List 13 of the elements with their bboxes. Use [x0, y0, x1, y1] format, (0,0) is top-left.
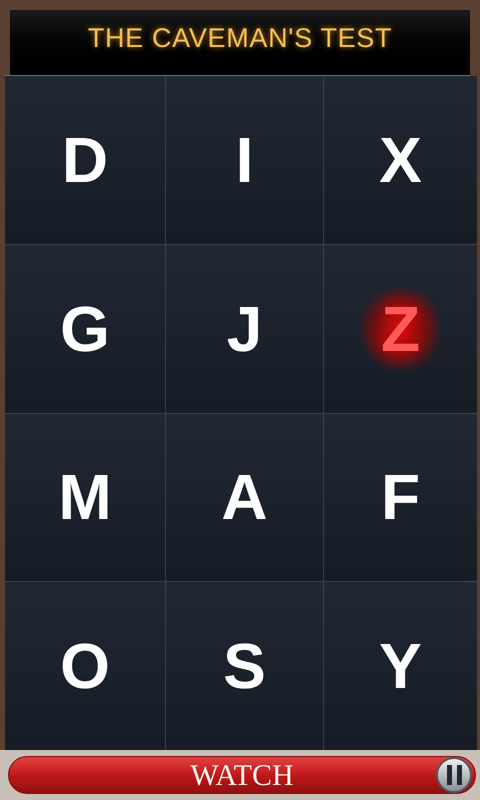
letter-tile[interactable]: O: [5, 582, 165, 750]
game-title: THE CAVEMAN'S TEST: [88, 22, 392, 56]
letter-tile[interactable]: A: [166, 414, 323, 582]
letter-tile[interactable]: F: [324, 414, 477, 582]
letter-tile[interactable]: I: [166, 76, 323, 244]
letter-tile[interactable]: J: [166, 244, 323, 412]
letter-tile[interactable]: Y: [324, 582, 477, 750]
watch-button[interactable]: WATCH: [8, 756, 476, 794]
letter-tile[interactable]: G: [5, 244, 165, 412]
letter-tile[interactable]: S: [166, 582, 323, 750]
letter-tile[interactable]: D: [5, 76, 165, 244]
letter-tile[interactable]: X: [324, 76, 477, 244]
letter-tile[interactable]: M: [5, 414, 165, 582]
